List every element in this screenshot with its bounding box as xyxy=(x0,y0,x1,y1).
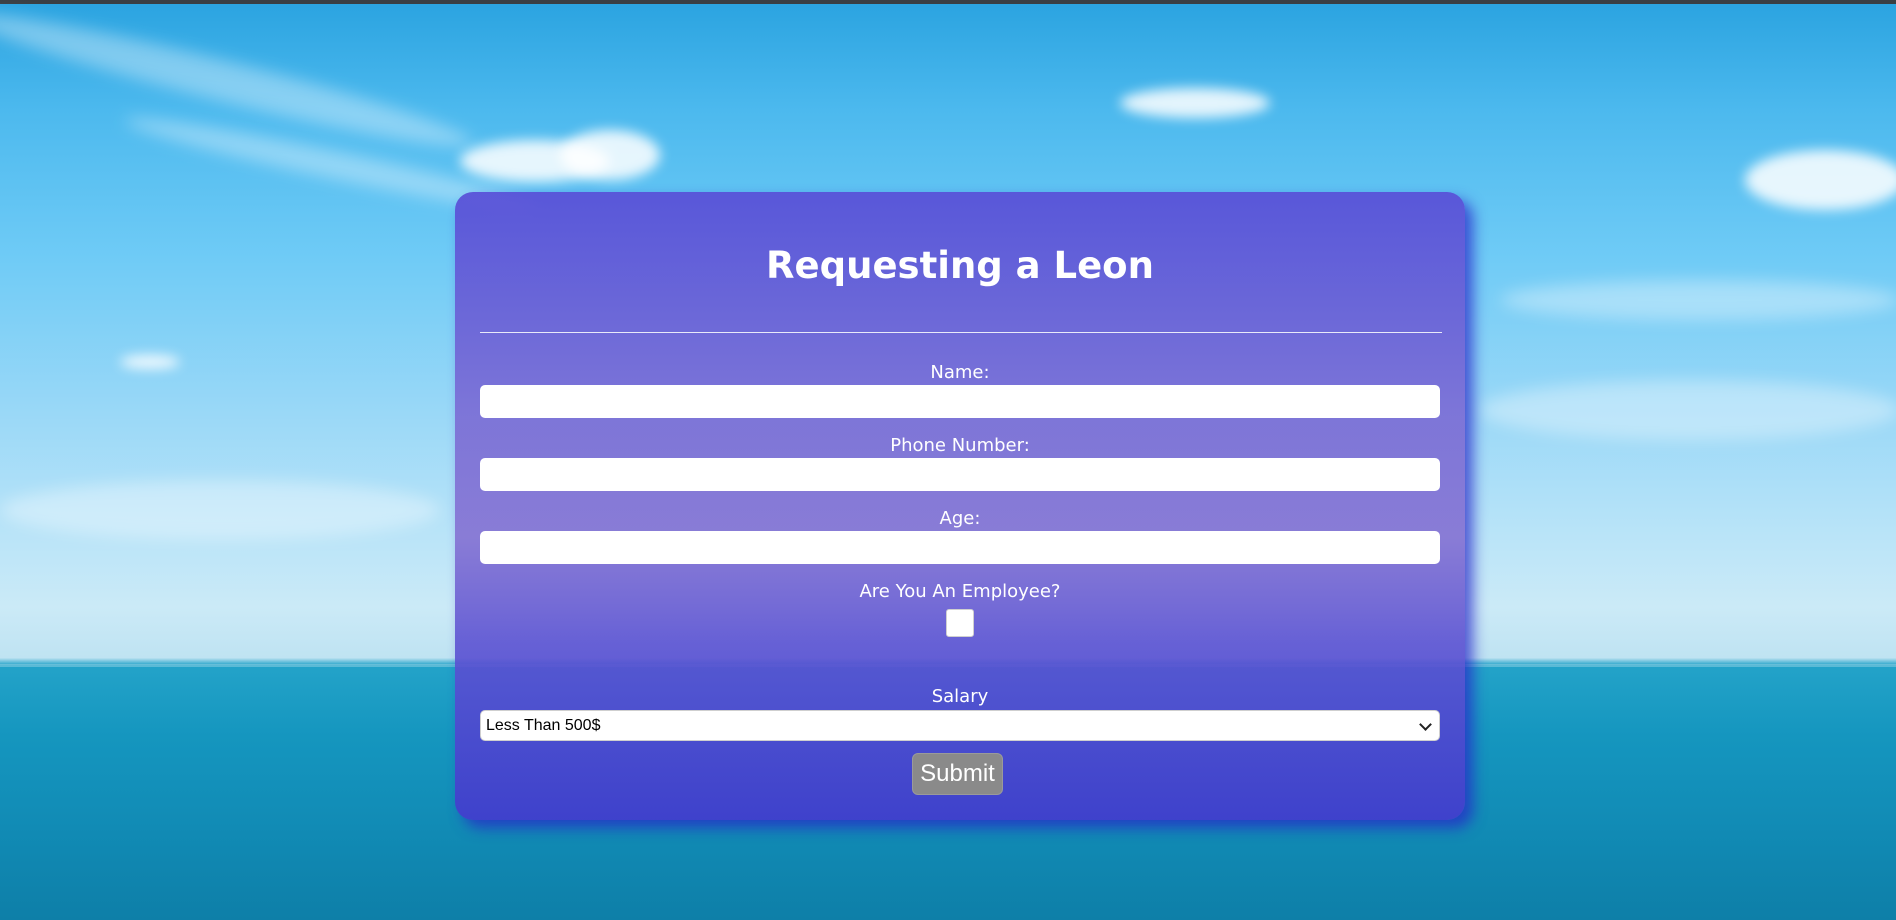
salary-select[interactable]: Less Than 500$ xyxy=(480,710,1440,741)
employee-checkbox[interactable] xyxy=(946,609,974,637)
cloud xyxy=(120,355,180,369)
page-background: Requesting a Leon Name: Phone Number: Ag… xyxy=(0,0,1896,920)
name-label: Name: xyxy=(930,362,990,383)
employee-label: Are You An Employee? xyxy=(859,581,1061,602)
cloud xyxy=(560,130,660,180)
cloud xyxy=(1120,88,1270,118)
salary-label: Salary xyxy=(931,686,989,707)
salary-selected-value: Less Than 500$ xyxy=(486,717,601,734)
title-divider xyxy=(480,332,1442,333)
age-label: Age: xyxy=(939,508,981,529)
cloud xyxy=(1745,150,1896,210)
sky-streak xyxy=(1500,280,1896,320)
sky-streak xyxy=(0,480,440,540)
request-form-card: Requesting a Leon Name: Phone Number: Ag… xyxy=(455,192,1465,820)
phone-number-input[interactable] xyxy=(480,458,1440,491)
browser-top-bar xyxy=(0,0,1896,4)
sky-streak xyxy=(1480,380,1896,440)
chevron-down-icon xyxy=(1419,718,1432,731)
age-input[interactable] xyxy=(480,531,1440,564)
submit-button[interactable]: Submit xyxy=(912,753,1003,795)
form-title: Requesting a Leon xyxy=(766,244,1154,287)
name-input[interactable] xyxy=(480,385,1440,418)
phone-number-label: Phone Number: xyxy=(890,435,1030,456)
